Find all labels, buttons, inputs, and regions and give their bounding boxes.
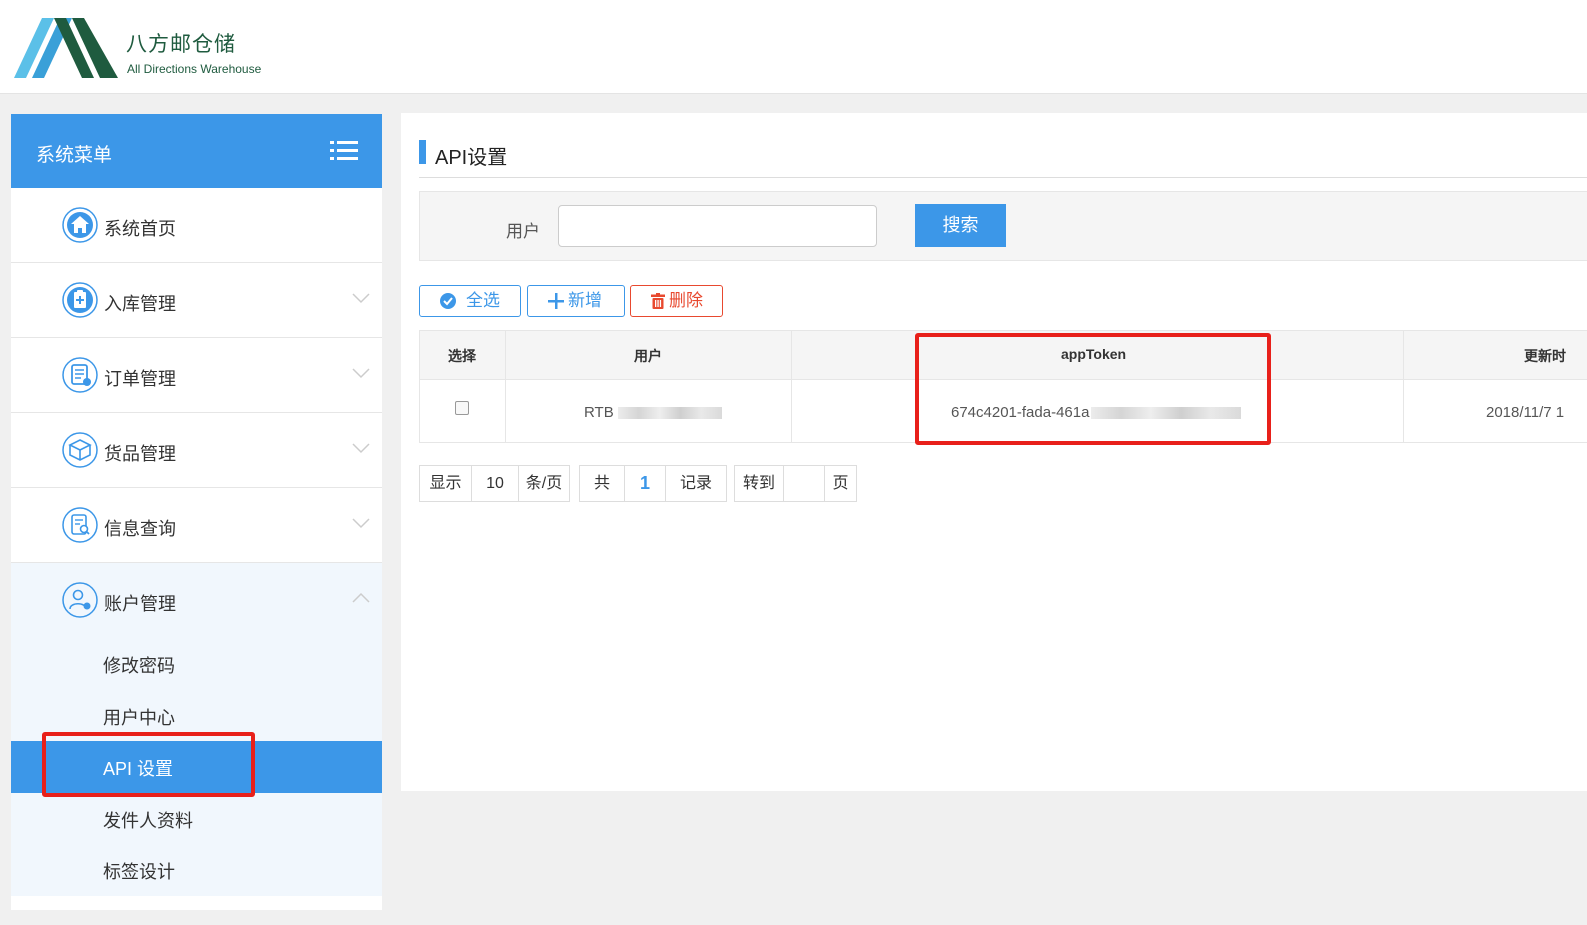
submenu-label: 标签设计 bbox=[103, 862, 175, 882]
column-divider bbox=[791, 331, 792, 442]
pager-goto: 转到 页 bbox=[734, 465, 857, 502]
brand-logo-icon bbox=[14, 18, 118, 78]
chevron-down-icon bbox=[352, 518, 370, 529]
search-panel: 用户 搜索 bbox=[419, 191, 1587, 261]
header-updated: 更新时 bbox=[1524, 348, 1566, 364]
check-circle-icon bbox=[440, 293, 456, 309]
submenu-change-password[interactable]: 修改密码 bbox=[11, 638, 382, 690]
sidebar-item-home[interactable]: 系统首页 bbox=[11, 188, 382, 263]
header-user: 用户 bbox=[634, 348, 662, 364]
trash-icon bbox=[651, 293, 665, 309]
column-divider bbox=[505, 331, 506, 442]
title-divider bbox=[419, 177, 1587, 178]
user-account-icon bbox=[62, 582, 98, 618]
page-size-select[interactable]: 10 bbox=[472, 466, 519, 501]
submenu-sender-info[interactable]: 发件人资料 bbox=[11, 793, 382, 845]
header-select: 选择 bbox=[448, 348, 476, 364]
pager-show-label: 显示 bbox=[420, 466, 472, 501]
pager-goto-label: 转到 bbox=[735, 466, 784, 501]
sidebar-item-inbound[interactable]: 入库管理 bbox=[11, 263, 382, 338]
sidebar-title: 系统菜单 bbox=[36, 145, 113, 166]
sidebar-item-orders[interactable]: 订单管理 bbox=[11, 338, 382, 413]
package-box-icon bbox=[62, 432, 98, 468]
inbound-clipboard-icon bbox=[62, 282, 98, 318]
title-accent-bar bbox=[419, 140, 426, 164]
highlight-api-settings bbox=[42, 732, 255, 797]
submenu-label-design[interactable]: 标签设计 bbox=[11, 844, 382, 896]
sidebar-item-label: 订单管理 bbox=[104, 369, 176, 389]
select-all-label: 全选 bbox=[466, 291, 500, 310]
menu-list-icon[interactable] bbox=[330, 139, 358, 163]
document-search-icon bbox=[62, 507, 98, 543]
chevron-down-icon bbox=[352, 293, 370, 304]
order-list-icon bbox=[62, 357, 98, 393]
table-row-user: RTB bbox=[584, 404, 722, 421]
pager-page-suffix: 页 bbox=[832, 475, 849, 492]
pager-page-size: 显示 10 条/页 bbox=[419, 465, 570, 502]
home-icon bbox=[62, 207, 98, 243]
submenu-label: 发件人资料 bbox=[103, 810, 193, 831]
top-header: 八方邮仓储 All Directions Warehouse bbox=[0, 0, 1587, 94]
plus-icon bbox=[548, 293, 564, 309]
sidebar-item-info-query[interactable]: 信息查询 bbox=[11, 488, 382, 563]
add-button[interactable]: 新增 bbox=[527, 285, 625, 317]
chevron-down-icon bbox=[352, 368, 370, 379]
pager-total: 共 1 记录 bbox=[579, 465, 727, 502]
search-user-input[interactable] bbox=[558, 205, 877, 247]
submenu-label: 修改密码 bbox=[103, 656, 175, 676]
sidebar-item-label: 入库管理 bbox=[104, 294, 176, 314]
pager-total-prefix: 共 bbox=[580, 466, 625, 501]
sidebar-item-label: 信息查询 bbox=[104, 519, 176, 539]
column-divider bbox=[1403, 331, 1404, 442]
search-button[interactable]: 搜索 bbox=[915, 204, 1006, 247]
sidebar-item-label: 货品管理 bbox=[104, 444, 176, 464]
chevron-down-icon bbox=[352, 443, 370, 454]
add-label: 新增 bbox=[568, 291, 602, 310]
highlight-apptoken bbox=[915, 333, 1271, 445]
brand-name-cn: 八方邮仓储 bbox=[126, 32, 236, 56]
brand-name-en: All Directions Warehouse bbox=[127, 62, 262, 76]
pager-per-page-label: 条/页 bbox=[525, 475, 563, 492]
search-user-label: 用户 bbox=[506, 222, 540, 241]
sidebar-item-label: 系统首页 bbox=[104, 219, 176, 239]
page-title: API设置 bbox=[435, 147, 508, 169]
pager-total-count: 1 bbox=[625, 466, 666, 501]
pager-records-label: 记录 bbox=[679, 475, 712, 492]
sidebar-item-account[interactable]: 账户管理 bbox=[11, 563, 382, 638]
chevron-up-icon bbox=[352, 592, 370, 603]
delete-button[interactable]: 删除 bbox=[630, 285, 723, 317]
sidebar-item-label: 账户管理 bbox=[104, 594, 176, 614]
table-row-updated: 2018/11/7 1 bbox=[1486, 404, 1565, 421]
user-value: RTB bbox=[584, 404, 614, 421]
delete-label: 删除 bbox=[669, 291, 703, 310]
sidebar-item-goods[interactable]: 货品管理 bbox=[11, 413, 382, 488]
redacted-blur bbox=[617, 407, 722, 420]
submenu-label: 用户中心 bbox=[103, 707, 175, 728]
pager-goto-input[interactable] bbox=[784, 466, 825, 501]
select-all-button[interactable]: 全选 bbox=[419, 285, 521, 317]
row-checkbox[interactable] bbox=[455, 401, 469, 415]
main-content: API设置 用户 搜索 全选 新增 删除 选择 用户 appToken 更新时 bbox=[401, 113, 1587, 791]
sidebar-header: 系统菜单 bbox=[11, 114, 382, 188]
